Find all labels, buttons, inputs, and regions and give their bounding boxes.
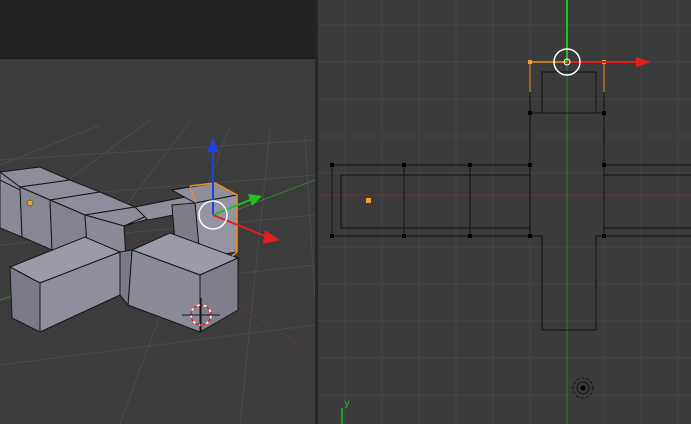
- axis-indicator: y: [341, 398, 350, 424]
- ortho-canvas: y: [318, 0, 691, 424]
- origin-dot: [26, 199, 34, 207]
- mesh-cubes: [0, 166, 240, 333]
- ortho-grid: [318, 0, 691, 424]
- perspective-viewport[interactable]: [0, 0, 315, 424]
- perspective-canvas: [0, 119, 315, 424]
- top-ortho-viewport[interactable]: y: [318, 0, 691, 424]
- mesh-wireframe: [331, 61, 691, 331]
- origin-dot: [366, 198, 371, 203]
- axis-label-y: y: [344, 398, 350, 409]
